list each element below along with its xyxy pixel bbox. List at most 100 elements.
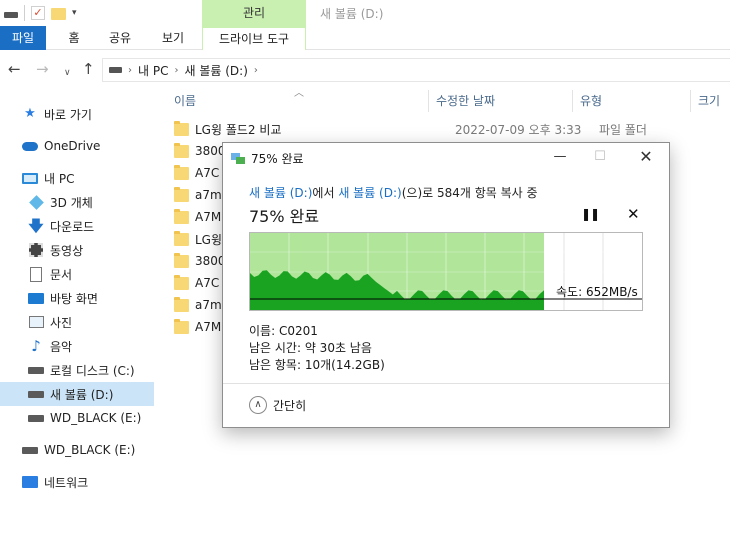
cancel-button[interactable]: ✕: [627, 205, 640, 223]
tab-share[interactable]: 공유: [104, 26, 136, 50]
toolbar-divider: [24, 5, 25, 21]
sidebar-item-volume-d[interactable]: 새 볼륨 (D:): [0, 382, 154, 406]
sidebar-item-label: 새 볼륨 (D:): [50, 387, 114, 402]
contextual-tab-manage[interactable]: 관리: [202, 0, 306, 26]
tab-home[interactable]: 홈: [60, 26, 88, 50]
chevron-right-icon[interactable]: ›: [254, 65, 258, 76]
download-icon: 🡇: [28, 217, 44, 235]
sidebar-item-label: 사진: [50, 315, 73, 330]
sidebar-item-label: 문서: [50, 267, 73, 282]
column-divider[interactable]: [690, 90, 691, 112]
dialog-divider: [223, 383, 669, 384]
folder-icon: [174, 252, 189, 268]
copy-description: 새 볼륨 (D:)에서 새 볼륨 (D:)(으)로 584개 항목 복사 중: [249, 184, 538, 201]
table-row[interactable]: 3800: [174, 250, 226, 272]
new-folder-icon[interactable]: [51, 8, 66, 20]
drive-icon: [28, 386, 44, 402]
fewer-details-label: 간단히: [273, 398, 307, 413]
document-icon: [28, 266, 44, 282]
folder-icon: [174, 120, 189, 136]
sidebar-item-3d-objects[interactable]: 3D 개체: [0, 190, 154, 214]
sidebar-item-label: 로컬 디스크 (C:): [50, 363, 135, 378]
drive-icon: [4, 12, 18, 18]
chevron-right-icon[interactable]: ›: [128, 65, 132, 76]
minimize-button[interactable]: —: [545, 146, 575, 168]
sidebar-item-label: 동영상: [50, 243, 84, 258]
fewer-details-button[interactable]: ∧ 간단히: [249, 396, 306, 414]
sidebar-item-videos[interactable]: 동영상: [0, 238, 154, 262]
sidebar-item-music[interactable]: ♪ 음악: [0, 334, 154, 358]
close-button[interactable]: ✕: [631, 146, 661, 168]
dialog-title: 75% 완료: [251, 152, 304, 166]
music-icon: ♪: [31, 337, 41, 355]
folder-icon: [174, 230, 189, 246]
table-row[interactable]: A7M: [174, 316, 221, 338]
column-header-date[interactable]: 수정한 날짜: [430, 88, 574, 114]
sidebar-item-wd-black-e-root[interactable]: WD_BLACK (E:): [0, 438, 154, 462]
sidebar-item-quick-access[interactable]: ★ 바로 가기: [0, 102, 154, 126]
folder-icon: [174, 274, 189, 290]
cloud-icon: [22, 138, 38, 154]
table-row[interactable]: A7M: [174, 206, 221, 228]
sidebar-item-label: 바탕 화면: [50, 291, 98, 306]
properties-icon[interactable]: ✓: [31, 6, 45, 20]
file-name: a7m: [195, 188, 222, 202]
table-row[interactable]: a7m: [174, 294, 222, 316]
pause-button[interactable]: ❚❚: [581, 207, 600, 221]
sidebar-item-desktop[interactable]: 바탕 화면: [0, 286, 154, 310]
sidebar-item-downloads[interactable]: 🡇 다운로드: [0, 214, 154, 238]
pictures-icon: [28, 314, 44, 330]
chevron-right-icon[interactable]: ›: [174, 65, 178, 76]
tab-view[interactable]: 보기: [158, 26, 188, 50]
address-bar[interactable]: › 내 PC › 새 볼륨 (D:) ›: [102, 58, 730, 82]
maximize-button[interactable]: ☐: [585, 146, 615, 168]
dialog-title-bar: 75% 완료: [231, 150, 304, 167]
sidebar-item-label: 내 PC: [44, 171, 75, 186]
up-arrow-icon[interactable]: ↑: [82, 60, 95, 78]
sidebar-item-onedrive[interactable]: OneDrive: [0, 134, 154, 158]
tab-drive-tools[interactable]: 드라이브 도구: [202, 26, 306, 50]
column-header-name[interactable]: 이름: [168, 88, 430, 114]
sidebar-item-documents[interactable]: 문서: [0, 262, 154, 286]
file-name: 3800: [195, 254, 226, 268]
column-header-type[interactable]: 유형: [574, 88, 690, 114]
folder-icon: [174, 296, 189, 312]
destination-link[interactable]: 새 볼륨 (D:): [338, 186, 401, 200]
sidebar-item-label: 다운로드: [50, 219, 95, 234]
breadcrumb-volume-d[interactable]: 새 볼륨 (D:): [184, 62, 247, 79]
navigation-bar: ← → ∨ ↑ › 내 PC › 새 볼륨 (D:) ›: [0, 56, 730, 84]
source-suffix: 에서: [312, 186, 339, 200]
back-arrow-icon[interactable]: ←: [8, 60, 21, 78]
folder-icon: [174, 164, 189, 180]
table-row[interactable]: A7C: [174, 162, 219, 184]
table-row[interactable]: a7m: [174, 184, 222, 206]
tab-file[interactable]: 파일: [0, 26, 46, 50]
quick-access-toolbar: ✓ ▾: [4, 4, 77, 22]
sidebar-item-label: WD_BLACK (E:): [44, 443, 136, 457]
recent-locations-icon[interactable]: ∨: [64, 64, 71, 82]
window-title: 새 볼륨 (D:): [320, 7, 384, 21]
transfer-graph: 속도: 652MB/s: [249, 232, 643, 311]
destination-suffix: (으)로 584개 항목 복사 중: [401, 186, 538, 200]
column-header-size[interactable]: 크기: [692, 88, 730, 114]
table-row[interactable]: LG윙: [174, 228, 222, 250]
cube-icon: [28, 194, 44, 210]
source-link[interactable]: 새 볼륨 (D:): [249, 186, 312, 200]
forward-arrow-icon[interactable]: →: [36, 60, 49, 78]
chevron-up-icon: ∧: [249, 396, 267, 414]
table-row[interactable]: A7C: [174, 272, 219, 294]
table-row[interactable]: LG윙 폴드2 비교 2022-07-09 오후 3:33 파일 폴더: [174, 118, 714, 140]
file-name: A7M: [195, 210, 222, 224]
sidebar-item-this-pc[interactable]: 내 PC: [0, 166, 154, 190]
sidebar-item-local-disk-c[interactable]: 로컬 디스크 (C:): [0, 358, 154, 382]
sidebar-item-pictures[interactable]: 사진: [0, 310, 154, 334]
sidebar-item-wd-black-e[interactable]: WD_BLACK (E:): [0, 406, 154, 430]
column-divider[interactable]: [572, 90, 573, 112]
breadcrumb-this-pc[interactable]: 내 PC: [138, 62, 168, 79]
table-row[interactable]: 3800: [174, 140, 226, 162]
column-divider[interactable]: [428, 90, 429, 112]
title-bar: ✓ ▾ 관리 새 볼륨 (D:): [0, 0, 730, 26]
customize-toolbar-icon[interactable]: ▾: [72, 8, 77, 18]
sidebar-item-network[interactable]: 네트워크: [0, 470, 154, 494]
copy-progress-dialog: 75% 완료 — ☐ ✕ 새 볼륨 (D:)에서 새 볼륨 (D:)(으)로 5…: [222, 142, 670, 428]
